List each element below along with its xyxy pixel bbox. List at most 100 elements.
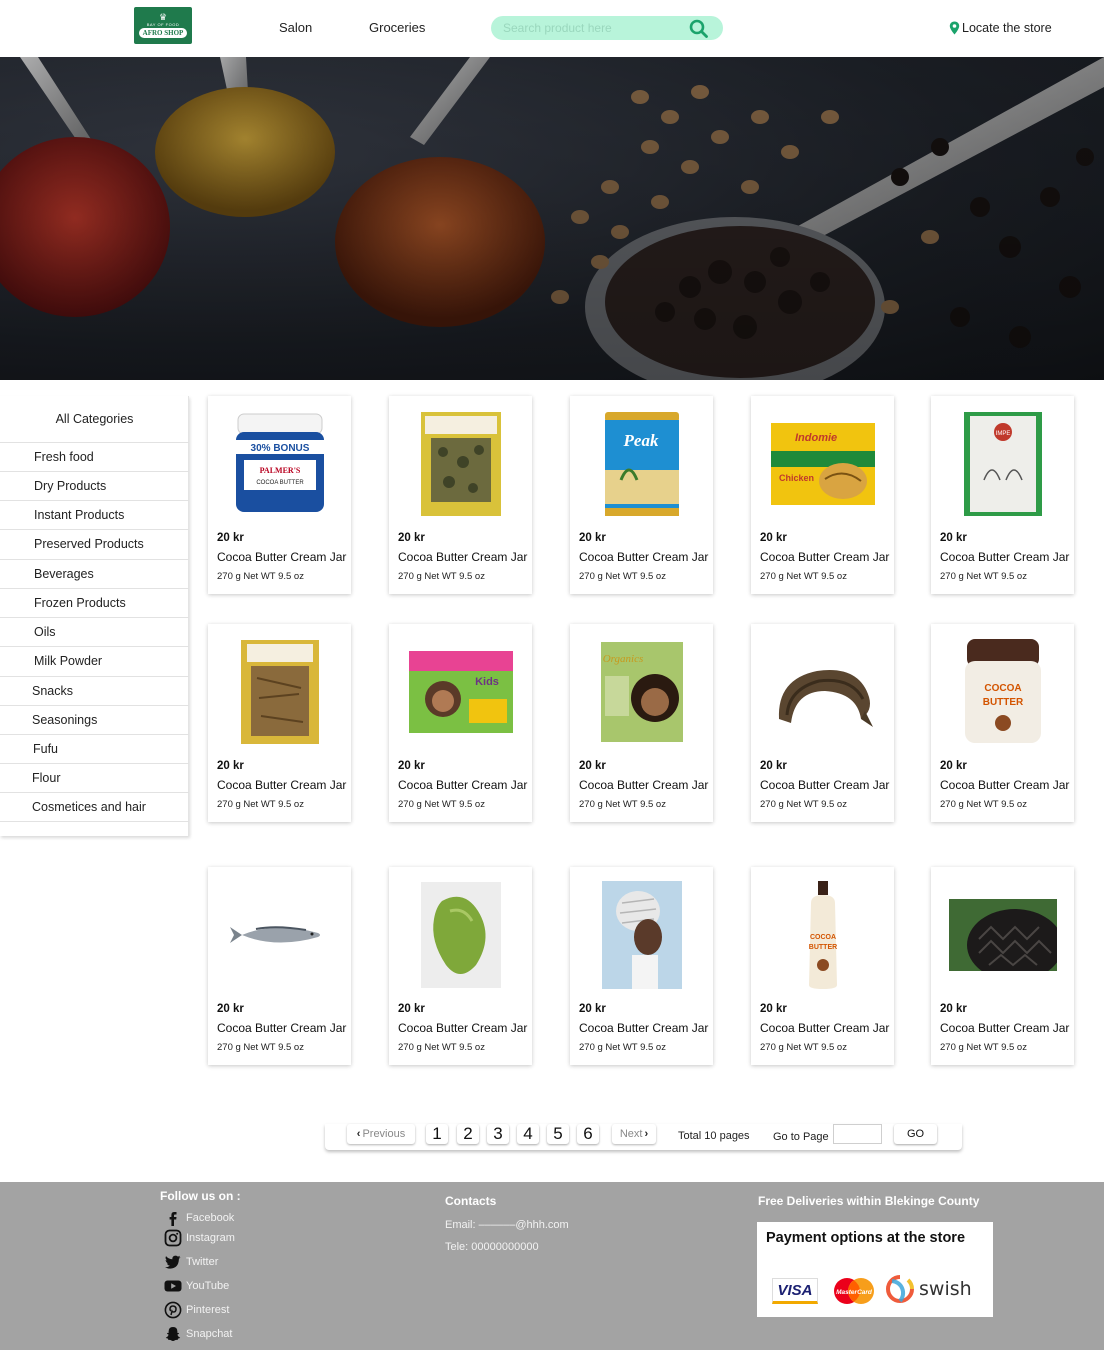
category-frozen-products[interactable]: Frozen Products [0,588,189,617]
product-name: Cocoa Butter Cream Jar [760,550,890,564]
product-name: Cocoa Butter Cream Jar [217,550,347,564]
product-price: 20 kr [398,760,425,772]
product-card[interactable]: 30% BONUS PALMER'S COCOA BUTTER 20 kr Coco… [208,396,351,594]
go-button[interactable]: GO [894,1124,937,1144]
product-price: 20 kr [760,1003,787,1015]
product-card[interactable]: COCOA BUTTER 20 kr Cocoa Butter Cream Jar… [751,867,894,1065]
locate-store-link[interactable]: Locate the store [949,21,1052,35]
social-snapchat-link[interactable]: Snapchat [164,1325,232,1343]
category-label: Instant Products [34,508,125,522]
social-label: Instagram [186,1232,235,1244]
svg-text:30% BONUS: 30% BONUS [250,443,309,454]
nav-groceries[interactable]: Groceries [369,20,425,35]
hero-spices-image [0,57,1104,380]
locate-store-label: Locate the store [962,21,1052,35]
category-seasonings[interactable]: Seasonings [0,705,189,734]
category-beverages[interactable]: Beverages [0,559,189,588]
previous-page-button[interactable]: ‹ Previous [347,1124,415,1144]
page-5-button[interactable]: 5 [547,1124,569,1144]
social-instagram-link[interactable]: Instagram [164,1229,235,1247]
search-icon[interactable] [688,18,710,38]
product-description: 270 g Net WT 9.5 oz [579,799,666,810]
category-preserved-products[interactable]: Preserved Products [0,529,189,558]
go-to-page-input[interactable] [833,1124,882,1144]
page-1-button[interactable]: 1 [426,1124,448,1144]
product-card[interactable]: 20 kr Cocoa Butter Cream Jar 270 g Net W… [208,867,351,1065]
product-card[interactable]: Indomie Chicken 20 kr Cocoa Butter Cream … [751,396,894,594]
product-card[interactable]: Kids 20 kr Cocoa Butter Cream Jar 270 g … [389,624,532,822]
product-card[interactable]: 20 kr Cocoa Butter Cream Jar 270 g Net W… [931,867,1074,1065]
previous-label: Previous [362,1128,406,1140]
social-twitter-link[interactable]: Twitter [164,1253,218,1271]
category-cosmetics-and-hair[interactable]: Cosmetices and hair [0,792,189,821]
product-card[interactable]: IMPE 20 kr Cocoa Butter Cream Jar 270 g … [931,396,1074,594]
product-card[interactable]: COCOA BUTTER 20 kr Cocoa Butter Cream Jar… [931,624,1074,822]
social-pinterest-link[interactable]: Pinterest [164,1301,229,1319]
mastercard-logo: MasterCard [834,1278,874,1304]
social-label: Pinterest [186,1304,230,1316]
svg-text:Chicken: Chicken [779,473,814,483]
page-2-button[interactable]: 2 [457,1124,479,1144]
next-page-button[interactable]: Next › [612,1124,656,1144]
page-4-button[interactable]: 4 [517,1124,539,1144]
contact-email[interactable]: Email: ––––––@hhh.com [445,1219,569,1231]
svg-text:COCOA: COCOA [984,683,1021,694]
instagram-icon [164,1229,182,1247]
nav-salon[interactable]: Salon [279,20,312,35]
product-card[interactable]: 20 kr Cocoa Butter Cream Jar 270 g Net W… [389,867,532,1065]
category-instant-products[interactable]: Instant Products [0,500,189,529]
product-description: 270 g Net WT 9.5 oz [579,571,666,582]
category-snacks[interactable]: Snacks [0,676,189,705]
all-categories-title[interactable]: All Categories [0,412,189,426]
product-name: Cocoa Butter Cream Jar [760,1021,890,1035]
smoked-fish-image [751,636,894,748]
braided-hair-model-image [570,879,713,991]
product-name: Cocoa Butter Cream Jar [940,550,1070,564]
social-youtube-link[interactable]: YouTube [164,1277,229,1295]
page-6-button[interactable]: 6 [577,1124,599,1144]
category-label: Milk Powder [34,654,103,668]
product-name: Cocoa Butter Cream Jar [579,550,709,564]
category-fufu[interactable]: Fufu [0,734,189,763]
contacts-title: Contacts [445,1194,497,1208]
category-oils[interactable]: Oils [0,617,189,646]
product-card[interactable]: 20 kr Cocoa Butter Cream Jar 270 g Net W… [751,624,894,822]
pinterest-icon [164,1301,182,1319]
product-price: 20 kr [940,532,967,544]
product-price: 20 kr [398,532,425,544]
product-card[interactable]: 20 kr Cocoa Butter Cream Jar 270 g Net W… [208,624,351,822]
visa-logo: VISA [772,1278,818,1304]
product-card[interactable]: 20 kr Cocoa Butter Cream Jar 270 g Net W… [570,867,713,1065]
product-price: 20 kr [217,1003,244,1015]
product-price: 20 kr [579,760,606,772]
product-card[interactable]: Peak 20 kr Cocoa Butter Cream Jar 270 g … [570,396,713,594]
product-price: 20 kr [760,532,787,544]
product-price: 20 kr [940,1003,967,1015]
product-name: Cocoa Butter Cream Jar [398,1021,528,1035]
product-card[interactable]: 20 kr Cocoa Butter Cream Jar 270 g Net W… [389,396,532,594]
contact-phone[interactable]: Tele: 00000000000 [445,1241,539,1253]
cocoa-butter-lotion-bottle-image: COCOA BUTTER [751,879,894,991]
kids-relaxer-box-image: Kids [389,636,532,748]
category-fresh-food[interactable]: Fresh food [0,442,189,471]
category-label: Oils [34,625,56,639]
page-3-button[interactable]: 3 [487,1124,509,1144]
mastercard-label: MasterCard [836,1289,873,1296]
category-milk-powder[interactable]: Milk Powder [0,646,189,675]
logo-top-text: BAY OF FOOD [146,22,180,27]
youtube-icon [164,1280,182,1292]
product-price: 20 kr [760,760,787,772]
product-card[interactable]: Organics 20 kr Cocoa Butter Cream Jar 27… [570,624,713,822]
category-dry-products[interactable]: Dry Products [0,471,189,500]
search-input[interactable] [503,19,683,37]
instant-noodles-pack-image: Indomie Chicken [751,408,894,520]
hero-shade [0,57,1104,380]
product-description: 270 g Net WT 9.5 oz [398,571,485,582]
product-price: 20 kr [940,760,967,772]
svg-text:IMPE: IMPE [995,431,1010,437]
shop-logo[interactable]: ♛ BAY OF FOOD AFRO SHOP [134,7,192,44]
category-label: Fufu [33,742,59,756]
category-flour[interactable]: Flour [0,763,189,792]
social-facebook-link[interactable]: Facebook [164,1209,234,1227]
product-description: 270 g Net WT 9.5 oz [217,571,304,582]
